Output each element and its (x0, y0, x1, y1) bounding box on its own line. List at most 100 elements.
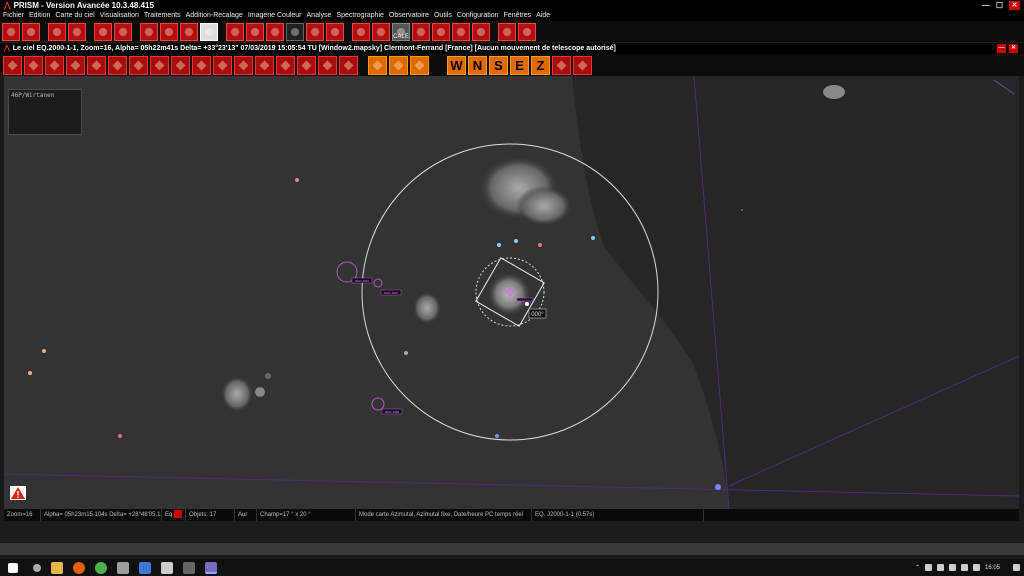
menu-aide[interactable]: Aide (536, 11, 550, 21)
minimize-button[interactable]: — (982, 0, 990, 11)
globe-icon[interactable] (552, 55, 571, 75)
pen-icon[interactable] (160, 22, 178, 41)
draw-icon[interactable] (94, 22, 112, 41)
arrow-icon[interactable] (255, 55, 274, 75)
lightning-icon[interactable] (234, 55, 253, 75)
triangle-icon[interactable] (410, 55, 429, 75)
star-icon[interactable] (266, 22, 284, 41)
print-icon[interactable] (48, 22, 66, 41)
menu-fichier[interactable]: Fichier (3, 11, 24, 21)
tray-chevron-icon[interactable]: ⌃ (915, 564, 920, 571)
chrome-icon[interactable] (95, 561, 107, 574)
brush-icon[interactable] (150, 55, 169, 75)
image-icon[interactable] (200, 22, 218, 41)
doc-close-button[interactable]: ✕ (1009, 44, 1018, 53)
info-icon[interactable] (68, 22, 86, 41)
north-button[interactable]: N (468, 55, 487, 75)
west-button[interactable]: W (447, 55, 466, 75)
sky-map[interactable]: 000° NGC 1931 NGC 1907 NGC 1960 (4, 76, 1019, 509)
contrast-icon[interactable] (140, 22, 158, 41)
close-button[interactable]: ✕ (1009, 1, 1020, 10)
help-icon[interactable] (518, 22, 536, 41)
menu-configuration[interactable]: Configuration (457, 11, 499, 21)
clock[interactable]: 16:05 (985, 565, 1000, 571)
status-bar: Zoom=16 Alpha= 05h23m15.104s Delta= +28°… (4, 509, 1019, 521)
save-icon[interactable] (22, 22, 40, 41)
windows-start-icon[interactable] (8, 562, 18, 573)
maximize-button[interactable]: ☐ (996, 0, 1003, 11)
workspace-scrollbar[interactable] (0, 543, 1024, 555)
document-title: Le ciel EQ.2000-1-1, Zoom=16, Alpha= 05h… (12, 45, 616, 52)
rotate-icon[interactable] (368, 55, 387, 75)
calculator-icon[interactable] (183, 561, 195, 574)
dropbox-icon[interactable] (924, 564, 932, 571)
menu-carte-du-ciel[interactable]: Carte du ciel (55, 11, 94, 21)
clock-icon[interactable] (573, 55, 592, 75)
warning-icon[interactable] (10, 486, 26, 500)
east-button[interactable]: E (510, 55, 529, 75)
new-icon[interactable] (297, 55, 316, 75)
doc-minimize-button[interactable]: — (997, 44, 1006, 53)
planet-icon[interactable] (45, 55, 64, 75)
zoom-out-icon[interactable] (24, 55, 43, 75)
menu-visualisation[interactable]: Visualisation (100, 11, 139, 21)
menu-imagerie-couleur[interactable]: Imagerie Couleur (248, 11, 302, 21)
search-icon[interactable] (33, 563, 41, 572)
menu-traitements[interactable]: Traitements (144, 11, 181, 21)
no-icon[interactable] (108, 55, 127, 75)
status-zoom: Zoom=16 (4, 509, 41, 521)
chart-icon[interactable] (472, 22, 490, 41)
menu-observatoire[interactable]: Observatoire (389, 11, 429, 21)
open-folder-icon[interactable] (2, 22, 20, 41)
observer-icon[interactable] (326, 22, 344, 41)
eq-toggle-icon[interactable] (174, 510, 183, 519)
prism-icon[interactable] (205, 561, 217, 574)
menu-edition[interactable]: Edition (29, 11, 50, 21)
export-icon[interactable] (452, 22, 470, 41)
explorer-icon[interactable] (51, 561, 63, 574)
telescope-icon[interactable] (286, 22, 304, 41)
firefox-icon[interactable] (73, 561, 85, 574)
south-button[interactable]: S (489, 55, 508, 75)
cross-icon[interactable] (171, 55, 190, 75)
crosshair-icon[interactable] (339, 55, 358, 75)
shield-icon[interactable] (139, 561, 151, 574)
moon-icon[interactable] (412, 22, 430, 41)
keyboard-icon[interactable] (972, 564, 980, 571)
cloud-topright (823, 85, 845, 99)
spectro-icon[interactable] (226, 22, 244, 41)
stars-icon[interactable] (318, 55, 337, 75)
wifi-icon[interactable] (960, 564, 968, 571)
menu-fenetres[interactable]: Fenêtres (504, 11, 532, 21)
starburst-icon[interactable] (213, 55, 232, 75)
app-icon[interactable] (161, 561, 173, 574)
draw2-icon[interactable] (114, 22, 132, 41)
main-toolbar: CALE (0, 21, 1024, 42)
printer-icon[interactable] (129, 55, 148, 75)
dome-icon[interactable] (306, 22, 324, 41)
rotation-handle (525, 302, 529, 306)
filter-icon[interactable] (352, 22, 370, 41)
line-icon[interactable] (389, 55, 408, 75)
menu-analyse[interactable]: Analyse (307, 11, 332, 21)
menu-addition-recalage[interactable]: Addition-Recalage (186, 11, 243, 21)
galaxy-icon[interactable] (87, 55, 106, 75)
volume-icon[interactable] (948, 564, 956, 571)
zoom-in-icon[interactable] (3, 55, 22, 75)
hand-icon[interactable] (498, 22, 516, 41)
grid-icon[interactable] (276, 55, 295, 75)
sun-icon[interactable] (432, 22, 450, 41)
cloud-icon[interactable] (246, 22, 264, 41)
gear-icon[interactable] (117, 561, 129, 574)
notifications-icon[interactable] (1013, 564, 1020, 571)
menu-outils[interactable]: Outils (434, 11, 452, 21)
menu-spectrographie[interactable]: Spectrographie (336, 11, 383, 21)
sky-map-canvas[interactable]: 000° NGC 1931 NGC 1907 NGC 1960 (4, 76, 1019, 509)
tools-icon[interactable] (180, 22, 198, 41)
zenith-button[interactable]: Z (531, 55, 550, 75)
fire-icon[interactable] (192, 55, 211, 75)
network-icon[interactable] (936, 564, 944, 571)
flag-icon[interactable] (66, 55, 85, 75)
calendar-icon[interactable]: CALE (392, 22, 410, 41)
cube-icon[interactable] (372, 22, 390, 41)
